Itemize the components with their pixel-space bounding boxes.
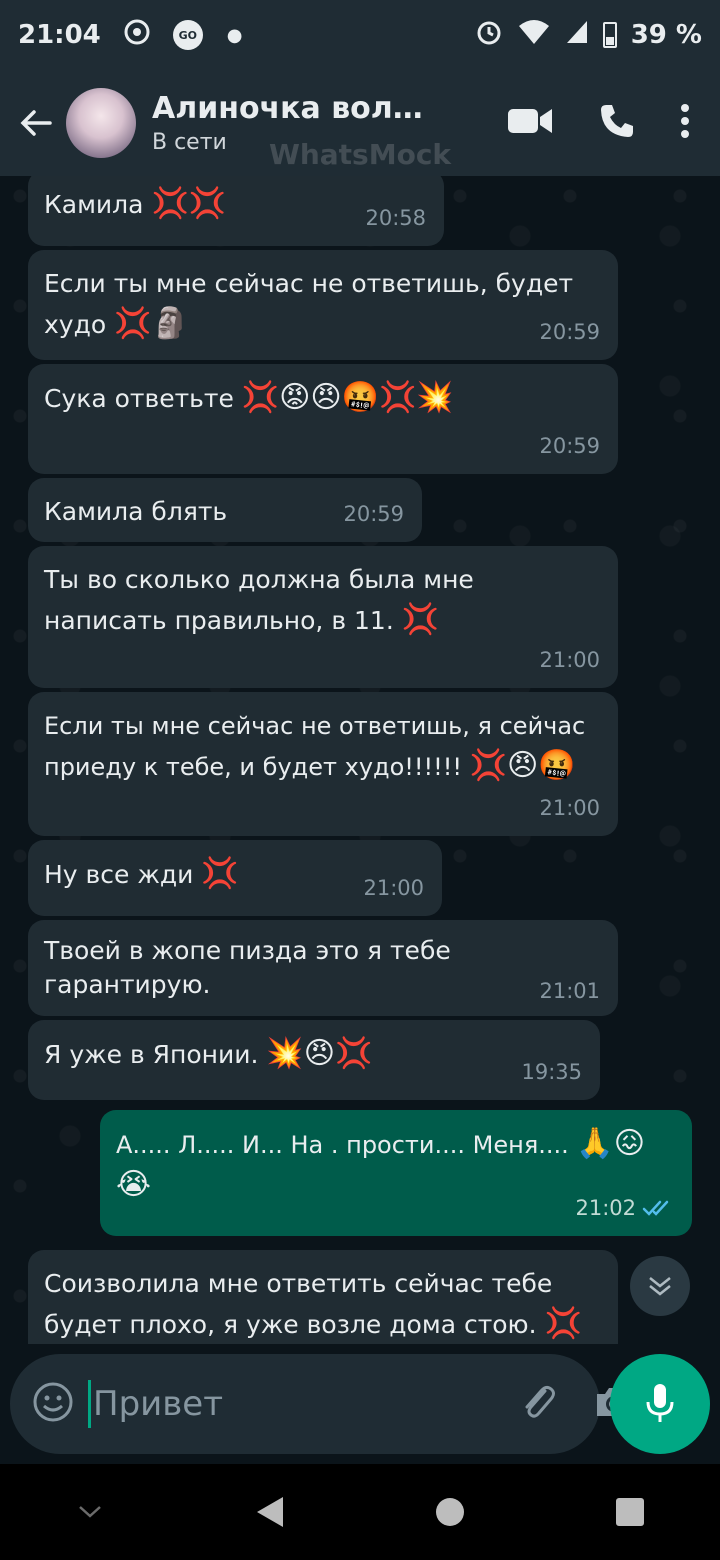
more-options-button[interactable]	[680, 103, 690, 143]
message-time: 20:59	[539, 434, 600, 458]
message-emoji: 💥😠💢	[266, 1036, 373, 1071]
message-text: Сука ответьте	[44, 384, 234, 413]
message-bubble[interactable]: Если ты мне сейчас не ответишь, будет ху…	[28, 250, 618, 360]
message-time: 21:02	[575, 1196, 636, 1220]
battery-icon	[602, 22, 617, 48]
message-text: Камила	[44, 190, 144, 219]
message-text: Камила блять	[44, 497, 228, 526]
message-text: А..... Л..... И... На . прости.... Меня.…	[116, 1131, 569, 1159]
nav-hide-keyboard-button[interactable]	[40, 1482, 140, 1542]
triangle-back-icon	[257, 1497, 283, 1527]
go-notification-icon: GO	[172, 20, 203, 50]
message-emoji: 💢	[201, 856, 239, 891]
message-emoji: 💢🗿	[114, 306, 189, 341]
message-time: 19:35	[521, 1060, 582, 1084]
message-bubble[interactable]: Я уже в Японии. 💥😠💢 19:35	[28, 1020, 600, 1100]
three-dots-icon	[681, 104, 689, 138]
nav-recents-button[interactable]	[580, 1482, 680, 1542]
signal-icon	[565, 19, 589, 52]
video-camera-icon	[508, 109, 552, 133]
contact-name: Алиночка волчо...	[152, 91, 442, 126]
double-check-icon	[642, 1200, 669, 1216]
nav-home-button[interactable]	[400, 1482, 500, 1542]
square-recents-icon	[616, 1498, 644, 1526]
message-emoji: 💢	[544, 1306, 582, 1341]
message-bubble[interactable]: Ну все жди 💢 21:00	[28, 840, 442, 916]
alarm-icon	[475, 18, 503, 53]
chevron-double-down-icon	[649, 1277, 671, 1296]
circle-home-icon	[436, 1498, 464, 1526]
message-time: 21:01	[539, 979, 600, 1003]
watermark: WhatsMock	[268, 138, 452, 171]
emoji-button[interactable]	[32, 1381, 74, 1427]
phone-icon	[601, 105, 633, 137]
message-bubble[interactable]: Камила блять 20:59	[28, 478, 422, 542]
message-emoji: 💢😠🤬	[469, 748, 576, 783]
message-emoji: 💢😡😠🤬💢💥	[241, 380, 454, 415]
voice-record-button[interactable]	[610, 1354, 710, 1454]
message-time: 20:59	[539, 320, 600, 344]
arrow-left-icon	[20, 110, 52, 136]
chat-area[interactable]: Камила 💢💢 20:58 Если ты мне сейчас не от…	[0, 176, 720, 1344]
message-text: Твоей в жопе пизда это я тебе гарантирую…	[44, 936, 451, 999]
status-bar: 21:04 GO ● 39 %	[0, 0, 720, 70]
message-emoji: 💢💢	[151, 186, 227, 221]
message-emoji: 💢	[401, 602, 440, 637]
message-bubble-outgoing[interactable]: А..... Л..... И... На . прости.... Меня.…	[100, 1110, 692, 1236]
battery-percent: 39 %	[630, 20, 702, 50]
message-time: 21:00	[539, 648, 600, 672]
paperclip-icon	[525, 1385, 555, 1418]
app-notification-icon	[123, 18, 151, 52]
notification-dot-icon: ●	[226, 24, 243, 46]
message-time: 21:00	[539, 796, 600, 820]
message-time: 20:58	[365, 206, 426, 230]
message-bubble[interactable]: Ты во сколько должна была мне написать п…	[28, 546, 618, 688]
message-bubble[interactable]: Соизволила мне ответить сейчас тебе буде…	[28, 1250, 618, 1344]
scroll-to-bottom-button[interactable]	[630, 1256, 690, 1316]
message-time: 20:59	[343, 502, 404, 526]
message-bubble[interactable]: Сука ответьте 💢😡😠🤬💢💥 20:59	[28, 364, 618, 474]
back-button[interactable]	[0, 105, 64, 141]
system-nav-bar	[0, 1464, 720, 1560]
chevron-down-icon	[79, 1506, 101, 1518]
microphone-icon	[646, 1384, 674, 1422]
message-text: Ну все жди	[44, 860, 194, 889]
message-bubble[interactable]: Твоей в жопе пизда это я тебе гарантирую…	[28, 920, 618, 1016]
video-call-button[interactable]	[506, 105, 554, 141]
attach-button[interactable]	[517, 1381, 559, 1427]
nav-back-button[interactable]	[220, 1482, 320, 1542]
message-input[interactable]	[88, 1380, 517, 1428]
message-text: Соизволила мне ответить сейчас тебе буде…	[44, 1269, 553, 1339]
wifi-icon	[517, 18, 551, 53]
message-bubble[interactable]: Камила 💢💢 20:58	[28, 176, 444, 246]
status-time: 21:04	[18, 20, 101, 50]
smiley-icon	[33, 1382, 73, 1422]
message-time: 21:00	[363, 876, 424, 900]
compose-bar	[0, 1344, 720, 1464]
message-input-box	[10, 1354, 631, 1454]
message-bubble[interactable]: Если ты мне сейчас не ответишь, я сейчас…	[28, 692, 618, 836]
message-text: Я уже в Японии.	[44, 1040, 259, 1069]
